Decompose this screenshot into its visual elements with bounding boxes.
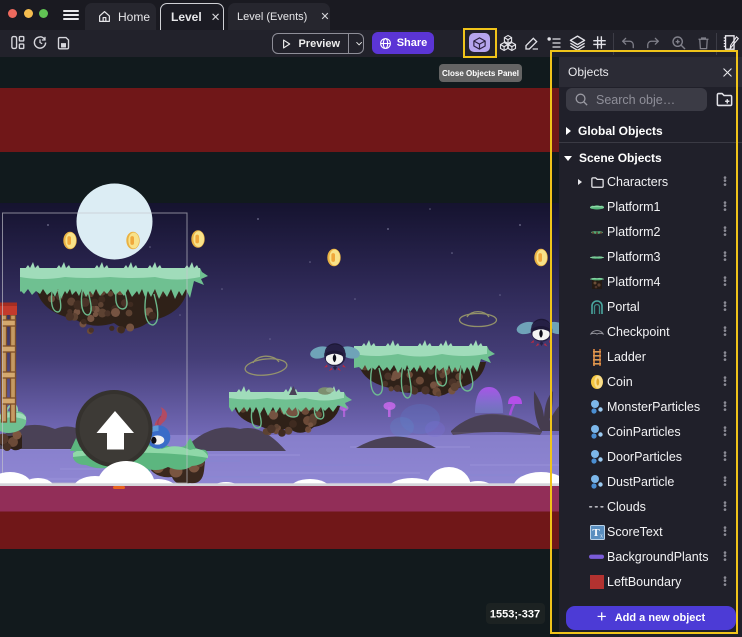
svg-text:1553;-337: 1553;-337 (490, 609, 540, 621)
svg-text:x: x (600, 533, 603, 539)
